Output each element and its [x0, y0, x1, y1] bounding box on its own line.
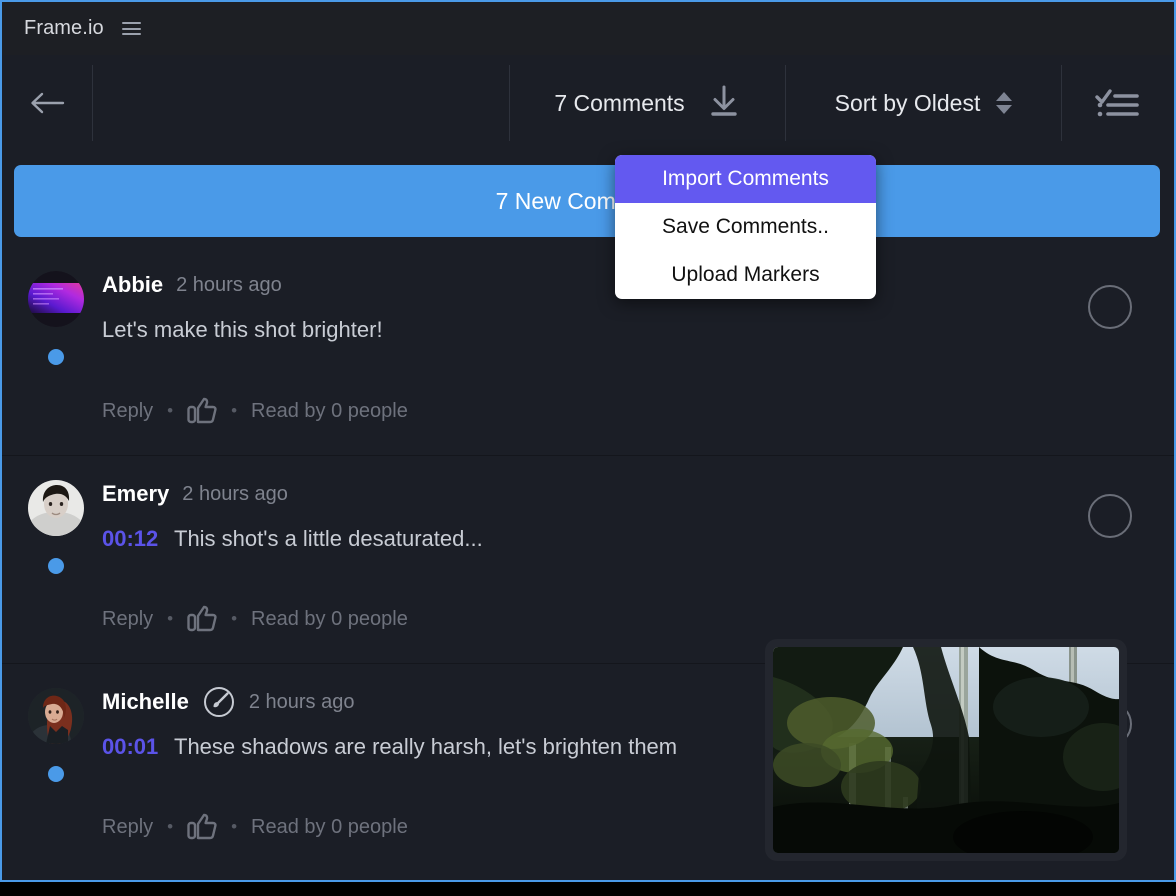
- forest-thumbnail: [773, 647, 1119, 853]
- comments-count-group: 7 Comments: [510, 55, 785, 151]
- unread-indicator: [48, 766, 64, 782]
- comment-timestamp: 2 hours ago: [182, 482, 288, 505]
- thumbs-up-icon[interactable]: [187, 605, 217, 633]
- comment-select-checkbox[interactable]: [1088, 494, 1132, 538]
- read-by-label: Read by 0 people: [251, 607, 408, 630]
- action-separator: •: [231, 609, 238, 628]
- comment-actions: Reply • • Read by 0 people: [102, 397, 408, 425]
- read-by-label: Read by 0 people: [251, 815, 408, 838]
- avatar[interactable]: [28, 480, 84, 536]
- export-dropdown-menu: Import Comments Save Comments.. Upload M…: [615, 155, 876, 299]
- sort-control[interactable]: Sort by Oldest: [786, 55, 1061, 151]
- sort-ascending-arrow: [996, 92, 1013, 101]
- app-title: Frame.io: [24, 17, 104, 39]
- action-separator: •: [231, 817, 238, 836]
- comment-message: Let's make this shot brighter!: [102, 317, 383, 342]
- comment-body: Emery 2 hours ago 00:12 This shot's a li…: [102, 478, 1174, 552]
- comment-item[interactable]: Abbie 2 hours ago Let's make this shot b…: [2, 247, 1174, 455]
- checklist-button[interactable]: [1062, 55, 1174, 151]
- menu-item-import-comments[interactable]: Import Comments: [615, 155, 876, 203]
- comment-message: These shadows are really harsh, let's br…: [174, 734, 678, 759]
- reply-button[interactable]: Reply: [102, 400, 153, 423]
- action-separator: •: [167, 609, 174, 628]
- comments-count-label: 7 Comments: [554, 89, 685, 116]
- sort-descending-arrow: [996, 105, 1013, 114]
- avatar-column: [28, 688, 84, 782]
- comment-timestamp: 2 hours ago: [248, 690, 355, 713]
- comment-item[interactable]: Emery 2 hours ago 00:12 This shot's a li…: [2, 455, 1174, 663]
- bottom-strip: [0, 882, 1176, 896]
- brush-badge-icon: [202, 685, 236, 719]
- avatar-column: [28, 480, 84, 574]
- menu-item-upload-markers[interactable]: Upload Markers: [615, 251, 876, 299]
- video-timestamp-link[interactable]: 00:01: [102, 734, 158, 759]
- avatar-column: [28, 271, 84, 365]
- menu-item-label: Save Comments..: [662, 215, 829, 238]
- comment-timestamp: 2 hours ago: [176, 273, 282, 296]
- avatar[interactable]: [28, 688, 84, 744]
- menu-item-label: Import Comments: [662, 167, 829, 190]
- title-bar: Frame.io: [2, 2, 1174, 55]
- author-name: Abbie: [102, 272, 164, 297]
- thumbs-up-icon[interactable]: [187, 813, 217, 841]
- unread-indicator: [48, 558, 64, 574]
- reply-button[interactable]: Reply: [102, 608, 153, 631]
- checklist-icon: [1095, 89, 1139, 117]
- video-timestamp-link[interactable]: 00:12: [102, 526, 158, 551]
- author-name: Michelle: [102, 689, 189, 714]
- new-comments-banner[interactable]: 7 New Comments: [14, 165, 1160, 237]
- avatar[interactable]: [28, 271, 84, 327]
- sort-label: Sort by Oldest: [834, 89, 981, 116]
- author-name: Emery: [102, 481, 170, 506]
- comment-actions: Reply • • Read by 0 people: [102, 605, 408, 633]
- menu-item-save-comments[interactable]: Save Comments..: [615, 203, 876, 251]
- comment-select-checkbox[interactable]: [1088, 285, 1132, 329]
- comment-header: Emery 2 hours ago: [102, 478, 1054, 510]
- hamburger-icon[interactable]: [121, 22, 141, 35]
- back-button[interactable]: [2, 55, 92, 151]
- comment-text: Let's make this shot brighter!: [102, 317, 1054, 343]
- action-separator: •: [231, 401, 238, 420]
- comment-header: Abbie 2 hours ago: [102, 269, 1054, 301]
- comment-message: This shot's a little desaturated...: [174, 526, 483, 551]
- toolbar: 7 Comments Sort by Oldest: [2, 55, 1174, 151]
- download-icon[interactable]: [707, 83, 741, 124]
- action-separator: •: [167, 817, 174, 836]
- action-separator: •: [167, 401, 174, 420]
- back-arrow-icon: [31, 92, 65, 114]
- app-window: Frame.io 7 Comments Sort by Oldest 7 New…: [0, 0, 1176, 882]
- read-by-label: Read by 0 people: [251, 399, 408, 422]
- thumbs-up-icon[interactable]: [187, 397, 217, 425]
- comment-text: 00:12 This shot's a little desaturated..…: [102, 526, 1054, 552]
- unread-indicator: [48, 349, 64, 365]
- video-thumbnail-card[interactable]: [765, 639, 1127, 861]
- comment-actions: Reply • • Read by 0 people: [102, 813, 408, 841]
- reply-button[interactable]: Reply: [102, 816, 153, 839]
- menu-item-label: Upload Markers: [671, 263, 820, 286]
- sort-arrows-icon[interactable]: [996, 92, 1013, 114]
